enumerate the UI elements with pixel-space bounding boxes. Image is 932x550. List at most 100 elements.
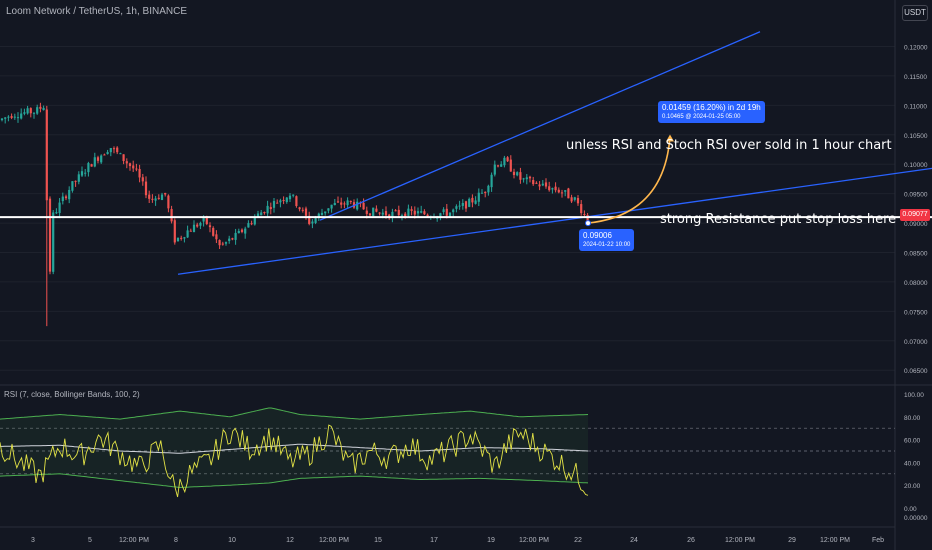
candle-body (39, 106, 42, 109)
candle-body (119, 153, 122, 155)
entry-measure-label: 0.09006 2024-01-22 10:00 (579, 229, 635, 251)
candle-body (362, 202, 365, 210)
candle-body (180, 237, 183, 239)
chart-canvas[interactable]: 0.12000 0.11500 0.11000 0.10500 0.10000 0.095… (0, 0, 932, 550)
candle-body (503, 157, 506, 166)
candle-body (356, 201, 359, 210)
candles (0, 102, 589, 327)
candle-body (375, 208, 378, 212)
target-measure-sub: 0.10465 @ 2024-01-25 05:00 (662, 114, 741, 120)
candle-body (544, 182, 548, 187)
candle-body (93, 157, 96, 167)
candle-body (20, 113, 23, 119)
candle-body (378, 212, 381, 214)
time-tick-label: 8 (174, 537, 178, 544)
candle-body (138, 169, 141, 178)
candle-body (7, 116, 10, 118)
currency-button[interactable]: USDT (902, 5, 928, 21)
candle-body (167, 195, 170, 209)
time-tick-label: 29 (788, 537, 796, 544)
projection-start-dot (585, 220, 591, 227)
note-rsi: unless RSI and Stoch RSI over sold in 1 … (566, 138, 892, 153)
rsi-pane (0, 407, 895, 498)
candle-body (266, 205, 269, 214)
symbol-header: Loom Network / TetherUS, 1h, BINANCE (6, 6, 187, 17)
candle-body (269, 207, 272, 210)
drawings[interactable] (0, 31, 932, 275)
candle-body (173, 220, 176, 243)
price-tick-label: 0.12000 (904, 44, 928, 51)
candle-body (295, 196, 298, 206)
time-tick-label: 22 (574, 537, 582, 544)
candle-body (186, 230, 189, 238)
candle-body (288, 195, 292, 200)
time-tick-label: 5 (88, 537, 92, 544)
candle-body (228, 238, 231, 241)
candle-body (311, 221, 314, 224)
candle-body (90, 164, 93, 167)
candle-body (170, 209, 173, 222)
target-measure-label: 0.01459 (16.20%) in 2d 19h 0.10465 @ 202… (658, 101, 765, 123)
candle-body (164, 192, 167, 195)
candle-body (304, 208, 308, 216)
candle-body (573, 197, 576, 200)
note-resistance: strong Resistance put stop loss here (660, 212, 897, 227)
candle-body (471, 197, 474, 203)
entry-measure-main: 0.09006 (583, 231, 612, 240)
time-tick-label: 24 (630, 537, 638, 544)
candle-body (452, 209, 455, 213)
candle-body (106, 152, 109, 155)
candle-body (327, 208, 330, 211)
candle-body (548, 186, 551, 191)
price-tick-label: 0.08500 (904, 251, 928, 258)
candle-body (576, 198, 580, 204)
candle-body (490, 174, 493, 188)
candle-body (132, 165, 135, 169)
candle-body (100, 155, 103, 163)
candle-body (557, 189, 560, 193)
rsi-tick-label: 80.00 (904, 415, 921, 422)
candle-body (330, 204, 333, 209)
candle-body (416, 211, 420, 214)
entry-measure-sub: 2024-01-22 10:00 (583, 242, 631, 248)
candle-body (368, 213, 372, 216)
candle-body (253, 217, 256, 225)
candle-body (231, 238, 234, 240)
candle-body (583, 214, 586, 216)
candle-body (68, 189, 71, 200)
candle-body (506, 157, 509, 162)
candle-body (215, 234, 218, 240)
rsi-tick-label: 40.00 (904, 460, 921, 467)
candle-body (196, 224, 199, 227)
candle-body (487, 185, 490, 193)
candle-body (234, 232, 237, 240)
candle-body (567, 188, 570, 199)
candle-body (458, 205, 461, 207)
candle-body (103, 154, 106, 156)
time-tick-label: 26 (687, 537, 695, 544)
candle-body (218, 240, 221, 246)
candle-body (298, 207, 301, 210)
candle-body (336, 201, 340, 203)
time-tick-label: 12:00 PM (319, 537, 349, 544)
candle-body (455, 206, 458, 209)
candle-body (237, 231, 240, 234)
candle-body (535, 182, 538, 184)
time-tick-label: 19 (487, 537, 495, 544)
candle-body (74, 180, 77, 182)
candle-body (13, 116, 16, 118)
rsi-tick-label: 100.00 (904, 392, 924, 399)
candle-body (71, 181, 74, 191)
candle-body (372, 207, 375, 217)
candle-body (109, 148, 112, 153)
candle-body (151, 198, 154, 200)
candle-body (141, 177, 144, 182)
candle-body (157, 197, 160, 199)
candle-body (397, 209, 400, 216)
candle-body (282, 200, 285, 202)
candle-body (324, 211, 327, 214)
candle-body (301, 209, 304, 211)
candle-body (551, 188, 554, 190)
price-tick-label: 0.09500 (904, 192, 928, 199)
candle-body (247, 223, 250, 228)
